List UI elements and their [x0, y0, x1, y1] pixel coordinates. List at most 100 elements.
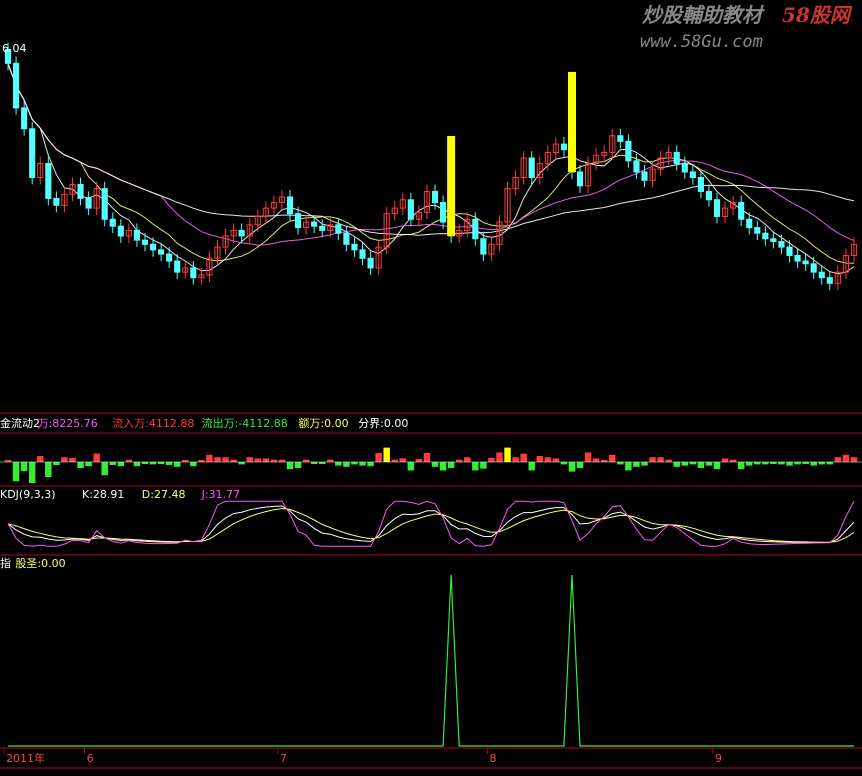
- money-flow-bar: [665, 459, 672, 462]
- money-flow-bar: [560, 462, 568, 465]
- money-flow-bar: [568, 462, 576, 472]
- candle-body: [311, 221, 318, 227]
- money-flow-bar: [520, 453, 527, 462]
- money-flow-bar: [270, 459, 278, 462]
- money-flow-bar: [77, 462, 84, 468]
- money-flow-bar: [617, 462, 624, 465]
- money-flow-bar: [649, 457, 656, 462]
- money-flow-bar: [641, 462, 648, 466]
- candle-body: [351, 243, 358, 251]
- candle-body: [480, 238, 487, 255]
- candle-body: [770, 238, 777, 243]
- candle-body: [794, 254, 801, 262]
- money-flow-bar: [689, 462, 697, 465]
- money-panel-title: 金流动2万:8225.76 流入万:4112.88 流出万:-4112.88 额万:0…: [0, 416, 408, 430]
- candle-body: [802, 260, 809, 265]
- candle-body: [673, 151, 680, 165]
- money-flow-bar: [12, 462, 20, 482]
- money-flow-bar: [512, 457, 519, 462]
- money-flow-bar: [149, 462, 157, 465]
- panel-title-item: D:27.48: [142, 488, 186, 501]
- candle-body: [286, 196, 294, 215]
- axis-label: 9: [715, 752, 722, 765]
- panel-title-item: 万:8225.76: [38, 417, 98, 430]
- money-flow-bar: [552, 458, 560, 462]
- money-flow-bar: [625, 462, 632, 471]
- money-flow-bar: [697, 462, 705, 468]
- candle-body: [45, 163, 52, 199]
- watermark: 炒股輔助教材 58股网 www.58Gu.com: [640, 3, 853, 52]
- candle-body: [697, 177, 704, 192]
- money-flow-bar: [85, 462, 92, 467]
- candle-body: [117, 225, 124, 237]
- money-flow-bar: [391, 459, 398, 462]
- signal-bar: [447, 135, 456, 236]
- candle-body: [786, 246, 793, 256]
- money-flow-bar: [754, 462, 761, 465]
- candle-body: [294, 213, 302, 229]
- candle-body: [431, 190, 439, 204]
- candle-body: [681, 163, 688, 173]
- money-flow-bar: [335, 462, 342, 466]
- candle-body: [641, 171, 648, 181]
- money-flow-bar: [488, 457, 495, 462]
- candle-body: [689, 171, 696, 179]
- money-flow-bar: [592, 458, 600, 462]
- candle-body: [53, 197, 60, 206]
- money-flow-bar: [206, 454, 213, 462]
- panel-title-item: 流出万:-4112.88: [202, 416, 288, 430]
- money-flow-bar: [729, 459, 737, 462]
- candle-body: [826, 277, 833, 284]
- money-flow-bar: [53, 462, 60, 465]
- money-flow-bar: [133, 462, 141, 467]
- candle-body: [359, 249, 366, 259]
- money-flow-bar: [850, 457, 858, 462]
- watermark-title: 炒股輔助教材: [642, 3, 765, 27]
- money-flow-bar: [262, 458, 270, 462]
- ma40-line: [7, 63, 855, 236]
- money-flow-bar: [407, 462, 415, 471]
- money-flow-bar: [415, 459, 423, 462]
- panel-title-item: KDJ(9,3,3): [0, 488, 56, 501]
- money-flow-bar: [45, 462, 52, 477]
- kdj-k-line: [7, 505, 855, 544]
- money-flow-bar: [528, 462, 535, 471]
- money-flow-bar: [375, 453, 382, 462]
- money-flow-bar: [673, 462, 680, 467]
- money-flow-bar: [93, 453, 100, 462]
- panel-title-item: 金流动2: [0, 416, 40, 430]
- money-flow-bar: [480, 462, 487, 469]
- axis-label: 7: [280, 752, 287, 765]
- money-flow-bar: [359, 462, 366, 466]
- stock-chart[interactable]: 2011年 6 7 8 9 炒股輔助教材 58股网 www.58Gu.com 6.04 …: [0, 0, 862, 776]
- money-flow-bar: [455, 459, 463, 462]
- money-flow-bar: [327, 459, 334, 462]
- money-flow-bar: [721, 458, 729, 462]
- candle-body: [29, 128, 36, 179]
- money-flow-bar: [351, 462, 358, 465]
- candle-body: [77, 183, 84, 199]
- candle-body: [576, 171, 584, 187]
- money-flow-bar: [536, 456, 543, 462]
- money-flow-bar: [109, 462, 116, 465]
- money-flow-bar: [343, 462, 350, 467]
- money-flow-bar: [37, 456, 44, 462]
- money-flow-bar: [464, 457, 471, 462]
- candle-body: [617, 135, 624, 142]
- money-flow-bar: [826, 462, 834, 465]
- candle-body: [762, 232, 769, 240]
- candle-body: [319, 225, 326, 231]
- candle-body: [343, 232, 350, 245]
- money-flow-bar: [786, 462, 793, 466]
- candle-body: [141, 239, 149, 245]
- candle-body: [407, 199, 414, 220]
- candle-body: [746, 218, 753, 229]
- money-flow-bar: [165, 462, 173, 465]
- money-flow-bar: [125, 459, 133, 462]
- time-axis: 2011年 6 7 8 9: [3, 748, 722, 765]
- money-flow-bar: [214, 457, 221, 462]
- money-flow-bar: [584, 452, 592, 462]
- candle-body: [818, 271, 825, 279]
- money-flow-bar: [544, 457, 552, 462]
- money-flow-bar: [173, 462, 181, 467]
